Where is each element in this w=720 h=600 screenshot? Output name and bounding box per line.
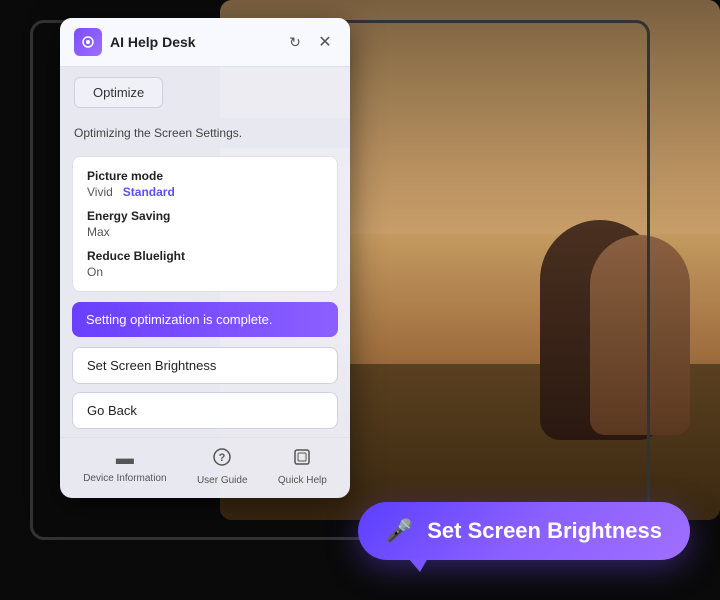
setting-value-max: Max xyxy=(87,225,110,239)
microphone-icon: 🎤 xyxy=(386,518,413,544)
help-desk-panel: AI Help Desk ↻ ✕ Optimize Optimizing the… xyxy=(60,18,350,498)
setting-value-row-energy: Max xyxy=(87,225,323,239)
footer-device-label: Device Information xyxy=(83,473,166,484)
header-controls: ↻ ✕ xyxy=(284,31,336,53)
user-guide-icon: ? xyxy=(213,448,231,471)
svg-text:?: ? xyxy=(219,452,226,464)
settings-box: Picture mode Vivid Standard Energy Savin… xyxy=(72,156,338,292)
setting-row-picture-mode: Picture mode Vivid Standard xyxy=(87,169,323,199)
go-back-button[interactable]: Go Back xyxy=(72,392,338,429)
quick-help-icon xyxy=(293,448,311,471)
panel-footer: ▬ Device Information ? User Guide Quick … xyxy=(60,437,350,498)
setting-value-on: On xyxy=(87,265,103,279)
setting-label-bluelight: Reduce Bluelight xyxy=(87,249,323,263)
panel-title: AI Help Desk xyxy=(110,34,196,50)
header-left: AI Help Desk xyxy=(74,28,196,56)
footer-user-guide[interactable]: ? User Guide xyxy=(197,448,248,486)
panel-header: AI Help Desk ↻ ✕ xyxy=(60,18,350,67)
status-message: Optimizing the Screen Settings. xyxy=(74,126,242,140)
optimize-button[interactable]: Optimize xyxy=(74,77,163,108)
setting-value-row-picture: Vivid Standard xyxy=(87,185,323,199)
footer-device-info[interactable]: ▬ Device Information xyxy=(83,448,166,486)
footer-user-guide-label: User Guide xyxy=(197,475,248,486)
voice-bubble: 🎤 Set Screen Brightness xyxy=(358,502,690,560)
voice-bubble-text: Set Screen Brightness xyxy=(427,518,662,544)
close-button[interactable]: ✕ xyxy=(314,31,336,53)
footer-quick-help-label: Quick Help xyxy=(278,475,327,486)
setting-label-energy: Energy Saving xyxy=(87,209,323,223)
setting-row-bluelight: Reduce Bluelight On xyxy=(87,249,323,279)
setting-label-picture: Picture mode xyxy=(87,169,323,183)
set-brightness-button[interactable]: Set Screen Brightness xyxy=(72,347,338,384)
setting-value-standard: Standard xyxy=(123,185,175,199)
setting-value-row-bluelight: On xyxy=(87,265,323,279)
setting-value-vivid: Vivid xyxy=(87,185,113,199)
ai-logo-icon xyxy=(74,28,102,56)
setting-row-energy: Energy Saving Max xyxy=(87,209,323,239)
refresh-button[interactable]: ↻ xyxy=(284,31,306,53)
complete-message-bar: Setting optimization is complete. xyxy=(72,302,338,337)
status-bar: Optimizing the Screen Settings. xyxy=(60,118,350,148)
footer-quick-help[interactable]: Quick Help xyxy=(278,448,327,486)
complete-message-text: Setting optimization is complete. xyxy=(86,312,272,327)
device-info-icon: ▬ xyxy=(116,448,134,469)
